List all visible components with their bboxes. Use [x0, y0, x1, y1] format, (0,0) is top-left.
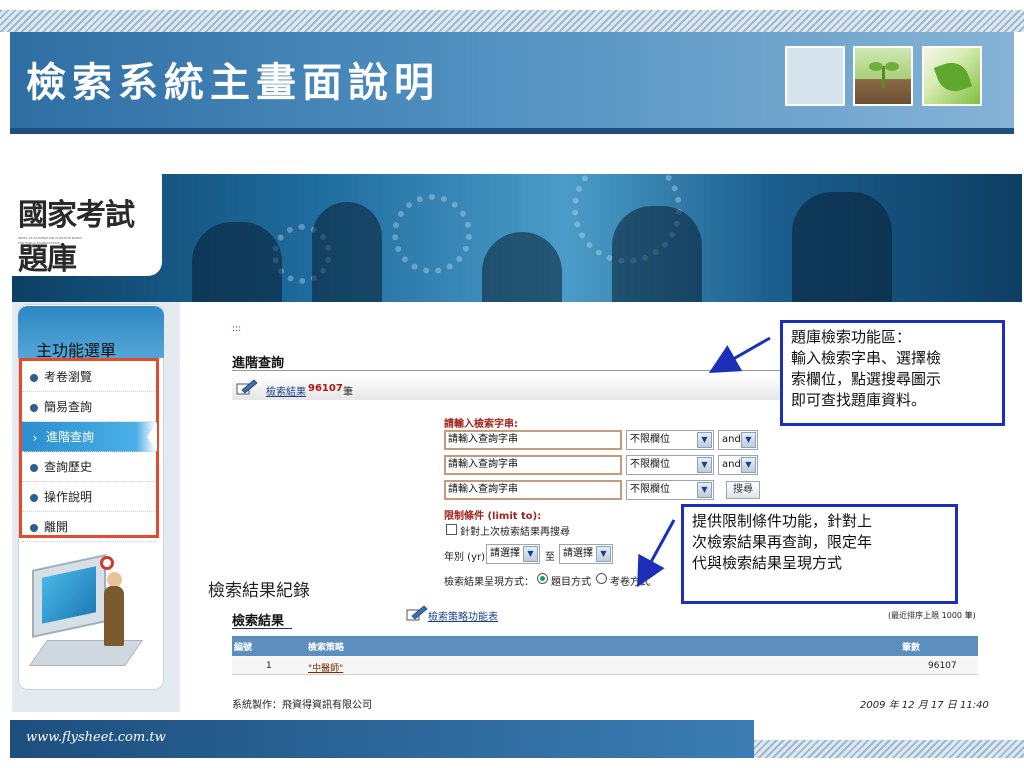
slide-title: 檢索系統主畫面說明	[26, 59, 440, 106]
row-strategy-link[interactable]: "中醫師"	[308, 661, 343, 674]
limit-heading: 限制條件 (limit to):	[444, 511, 542, 522]
field-select-1[interactable]: 不限欄位 ▼	[626, 430, 714, 450]
year-from-select[interactable]: 請選擇 ▼	[486, 544, 540, 564]
operator-select-2[interactable]: and ▼	[718, 455, 758, 475]
query-input-1[interactable]: 請輸入查詢字串	[444, 430, 622, 450]
row-no: 1	[266, 661, 272, 671]
log-heading: 檢索結果	[232, 614, 285, 629]
query-input-2[interactable]: 請輸入查詢字串	[444, 455, 622, 475]
logo-tagline: INDEX OF EXAMINATION QUESTION BANKS FOR …	[18, 236, 83, 245]
producer-credit: 系統製作：飛資得資訊有限公司	[232, 700, 372, 711]
sidebar-item-advanced-search[interactable]: › 進階查詢	[22, 422, 157, 452]
advanced-search-title: 進階查詢	[232, 356, 285, 371]
limit-callout: 提供限制條件功能，針對上 次檢索結果再查詢，限定年 代與檢索結果呈現方式	[681, 504, 958, 604]
sidebar-item-help[interactable]: 操作說明	[22, 482, 156, 512]
column-header-count: 筆數	[902, 643, 921, 653]
bullet-icon	[30, 493, 38, 502]
result-count: 96107	[308, 383, 343, 394]
refine-checkbox-label: 針對上次檢索結果再搜尋	[460, 527, 570, 538]
leaf-image	[922, 46, 982, 106]
slide: 檢索系統主畫面說明 國家考試題庫 INDEX OF EXAMINATION QU…	[0, 0, 1024, 768]
breadcrumb-dots[interactable]: :::	[232, 324, 241, 334]
result-unit: 筆	[343, 387, 353, 398]
row-count: 96107	[928, 661, 957, 671]
page-timestamp: 2009 年 12 月 17 日 11:40	[860, 700, 989, 711]
display-paper-label: 考卷方式	[610, 577, 650, 588]
display-paper-radio[interactable]	[596, 573, 607, 584]
footer-url: www.flysheet.com.tw	[26, 730, 166, 745]
search-button[interactable]: 搜尋	[726, 481, 760, 499]
display-mode-label: 檢索結果呈現方式：	[444, 577, 534, 588]
strategy-menu-link[interactable]: 檢索策略功能表	[428, 608, 498, 623]
column-header-strategy: 檢索策略	[308, 643, 345, 653]
bullet-icon	[30, 373, 38, 382]
field-select-2[interactable]: 不限欄位 ▼	[626, 455, 714, 475]
sidebar-item-search-history[interactable]: 查詢歷史	[22, 452, 156, 482]
year-to-select[interactable]: 請選擇 ▼	[559, 544, 613, 564]
sidebar-item-browse-papers[interactable]: 考卷瀏覽	[22, 362, 156, 392]
footer-stripe	[754, 740, 1024, 758]
magnifier-icon	[100, 556, 114, 570]
chevron-down-icon: ▼	[596, 546, 611, 562]
column-header-no: 編號	[234, 643, 253, 653]
site-banner	[12, 174, 1022, 302]
refine-checkbox[interactable]	[446, 524, 457, 535]
pencil-icon	[236, 379, 258, 395]
chevron-down-icon: ▼	[697, 457, 712, 473]
limit-note: (最近排序上限 1000 筆)	[888, 611, 976, 620]
operator-select-1[interactable]: and ▼	[718, 430, 758, 450]
field-select-3[interactable]: 不限欄位 ▼	[626, 480, 714, 500]
search-area-callout: 題庫檢索功能區： 輸入檢索字串、選擇檢 索欄位，點選搜尋圖示 即可查找題庫資料。	[780, 320, 1005, 426]
chevron-down-icon: ▼	[697, 482, 712, 498]
web-screenshot: 國家考試題庫 INDEX OF EXAMINATION QUESTION BAN…	[12, 174, 1022, 712]
pencil-icon	[406, 605, 428, 621]
bullet-icon	[30, 403, 38, 412]
chevron-right-icon: ›	[32, 430, 38, 445]
year-separator: 至	[545, 552, 555, 563]
year-label: 年別 (yr)	[444, 552, 486, 563]
header-stripe	[0, 10, 1024, 32]
sidebar-item-exit[interactable]: 離開	[22, 512, 156, 542]
table-row	[232, 657, 978, 675]
log-underline	[232, 628, 292, 629]
bullet-icon	[30, 463, 38, 472]
logo-title: 國家考試題庫	[18, 198, 135, 277]
chevron-down-icon: ▼	[697, 432, 712, 448]
thumbnail-blank	[785, 46, 845, 106]
sidebar-item-simple-search[interactable]: 簡易查詢	[22, 392, 156, 422]
site-logo[interactable]: 國家考試題庫 INDEX OF EXAMINATION QUESTION BAN…	[12, 174, 162, 277]
title-underline	[10, 128, 1014, 134]
log-callout-label: 檢索結果紀錄	[208, 581, 310, 601]
result-link[interactable]: 檢索結果	[266, 383, 306, 398]
query-input-3[interactable]: 請輸入查詢字串	[444, 480, 622, 500]
computer-illustration	[28, 554, 152, 676]
chevron-down-icon: ▼	[741, 432, 756, 448]
query-heading: 請輸入檢索字串:	[444, 419, 518, 430]
display-question-radio[interactable]	[537, 573, 548, 584]
chevron-down-icon: ▼	[741, 457, 756, 473]
chevron-down-icon: ▼	[523, 546, 538, 562]
bullet-icon	[30, 523, 38, 532]
main-menu-label: 主功能選單	[36, 341, 117, 360]
display-question-label: 題目方式	[551, 577, 591, 588]
sprout-image	[853, 46, 913, 106]
